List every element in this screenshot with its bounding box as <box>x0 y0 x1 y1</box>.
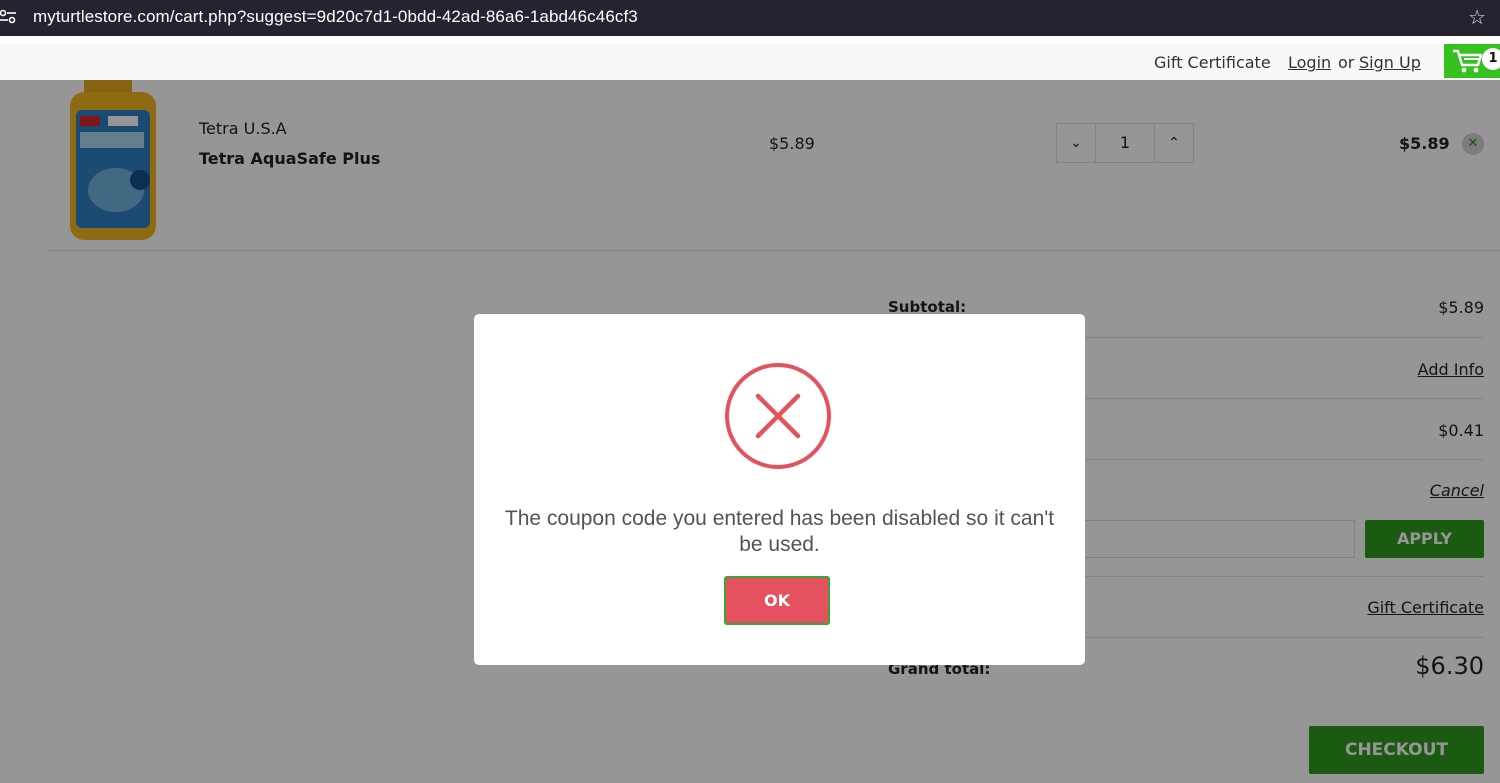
site-settings-icon[interactable] <box>0 6 18 26</box>
cart-button[interactable]: 1 <box>1444 44 1500 78</box>
ok-button[interactable]: OK <box>724 576 830 625</box>
error-x-icon <box>724 362 832 470</box>
or-text: or <box>1338 53 1355 72</box>
error-message: The coupon code you entered has been dis… <box>504 507 1055 556</box>
error-dialog: The coupon code you entered has been dis… <box>474 314 1085 665</box>
bookmark-star-icon[interactable]: ☆ <box>1468 5 1486 30</box>
header-gift-certificate-link[interactable]: Gift Certificate <box>1154 53 1271 72</box>
site-header: Gift Certificate Login or Sign Up 1 <box>0 44 1500 80</box>
sign-up-link[interactable]: Sign Up <box>1359 53 1421 72</box>
login-link[interactable]: Login <box>1288 53 1331 72</box>
cart-icon <box>1453 49 1483 73</box>
cart-count-badge: 1 <box>1482 48 1500 70</box>
address-url[interactable]: myturtlestore.com/cart.php?suggest=9d20c… <box>33 7 638 27</box>
browser-address-bar: myturtlestore.com/cart.php?suggest=9d20c… <box>0 0 1500 36</box>
